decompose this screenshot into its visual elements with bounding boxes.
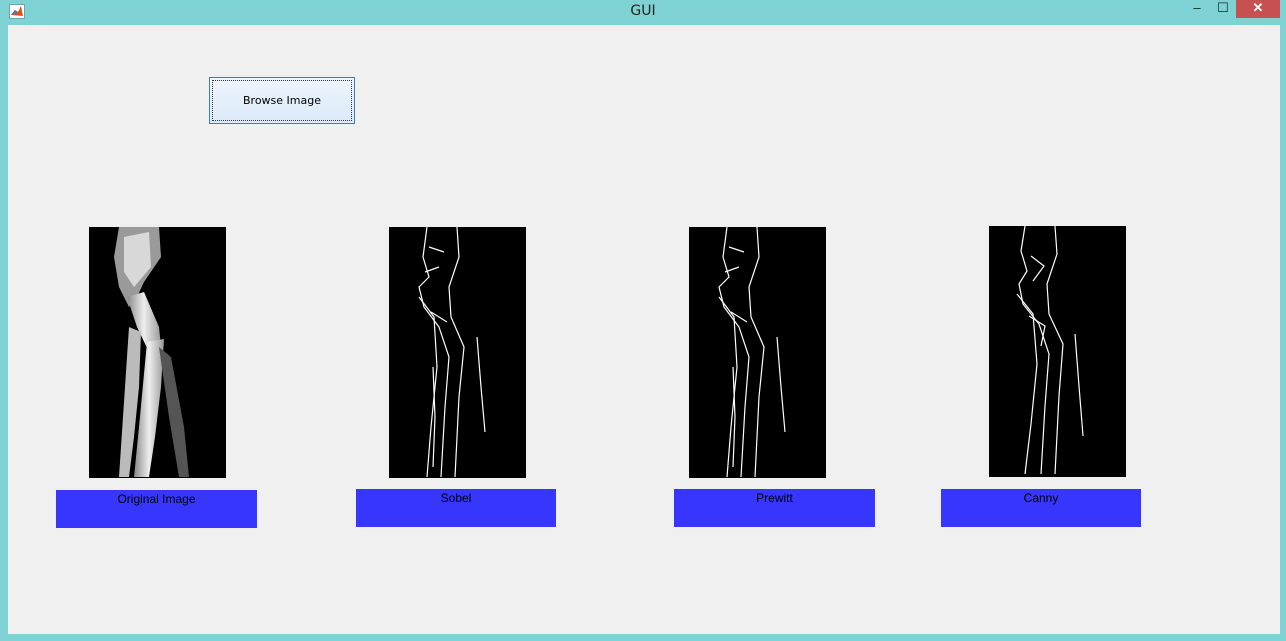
browse-image-button[interactable]: Browse Image [209, 77, 355, 124]
figure-area: Browse Image Original Image Sobel Prewit… [8, 25, 1280, 634]
canny-image-axes [989, 226, 1126, 477]
window-title: GUI [630, 3, 656, 19]
prewitt-label: Prewitt [674, 489, 875, 527]
edge-map-image [1016, 226, 1084, 475]
sobel-image-axes [389, 227, 526, 478]
close-button[interactable]: ✕ [1236, 0, 1280, 18]
title-bar: GUI – ☐ ✕ [0, 0, 1286, 24]
original-image-axes [89, 227, 226, 478]
xray-image [114, 227, 189, 477]
original-image-label: Original Image [56, 490, 257, 528]
prewitt-image-axes [689, 227, 826, 478]
canny-label: Canny [941, 489, 1141, 527]
maximize-button[interactable]: ☐ [1210, 0, 1236, 18]
edge-map-image [718, 227, 786, 478]
minimize-button[interactable]: – [1184, 0, 1210, 18]
edge-map-image [418, 227, 486, 478]
sobel-label: Sobel [356, 489, 556, 527]
